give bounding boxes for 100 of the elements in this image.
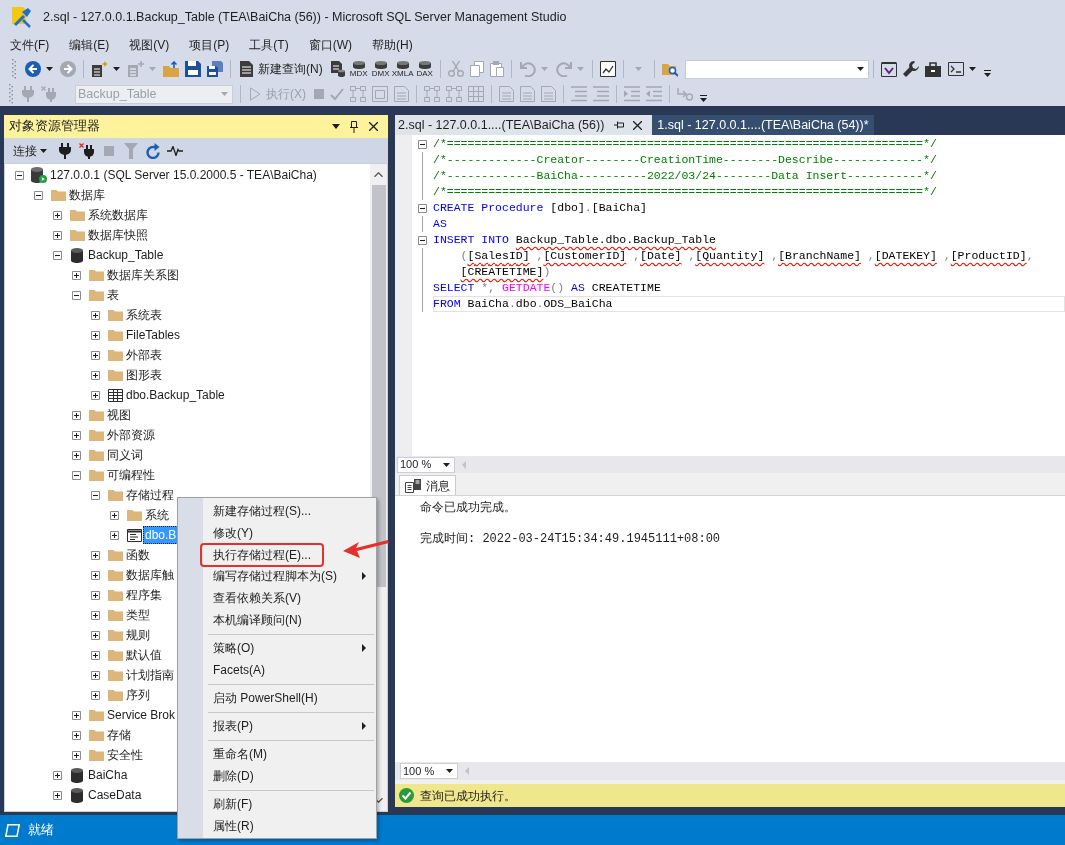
editor-tab[interactable]: 2.sql - 127.0.0.1....(TEA\BaiCha (56)) <box>395 115 653 135</box>
menu-item[interactable]: Facets(A) <box>178 659 376 681</box>
expand-icon[interactable] <box>72 730 81 740</box>
tree-item[interactable]: 存储 <box>105 726 133 744</box>
menu-bar-item[interactable]: 项目(P) <box>179 34 240 56</box>
expand-icon[interactable] <box>91 310 100 320</box>
menu-item[interactable]: 属性(R) <box>178 815 376 837</box>
menu-item[interactable]: 执行存储过程(E)... <box>200 543 324 567</box>
zoom-dropdown[interactable]: 100 % <box>400 763 458 779</box>
tree-item[interactable]: 同义词 <box>105 446 145 464</box>
collapse-icon[interactable] <box>53 250 62 260</box>
tree-item[interactable]: 函数 <box>124 546 152 564</box>
expand-icon[interactable] <box>91 610 100 620</box>
tree-item[interactable]: 数据库 <box>67 186 107 204</box>
menu-item[interactable]: 删除(D) <box>178 765 376 787</box>
pin-icon[interactable] <box>350 120 358 133</box>
menu-item[interactable]: 新建存储过程(S)... <box>178 500 376 522</box>
tree-item[interactable]: BaiCha <box>86 766 130 784</box>
tree-item[interactable]: 存储过程 <box>124 486 176 504</box>
expand-icon[interactable] <box>91 550 100 560</box>
connect-button[interactable]: 连接 <box>12 140 48 161</box>
tree-item[interactable]: 可编程性 <box>105 466 157 484</box>
tree-item[interactable]: 程序集 <box>124 586 164 604</box>
menu-bar-item[interactable]: 工具(T) <box>239 34 299 56</box>
tree-item[interactable]: 计划指南 <box>124 666 176 684</box>
expand-icon[interactable] <box>91 590 100 600</box>
expand-icon[interactable] <box>72 750 81 760</box>
menu-item[interactable]: 编写存储过程脚本为(S) <box>178 565 376 587</box>
tree-item[interactable]: 默认值 <box>124 646 164 664</box>
menu-item[interactable]: 重命名(M) <box>178 743 376 765</box>
expand-icon[interactable] <box>91 670 100 680</box>
collapse-icon[interactable] <box>91 490 100 500</box>
tree-item[interactable]: 序列 <box>124 686 152 704</box>
expand-icon[interactable] <box>91 570 100 580</box>
editor-tab[interactable]: 1.sql - 127.0.0.1....(TEA\BaiCha (54))* <box>652 115 874 135</box>
toolbar-grip[interactable] <box>9 84 13 104</box>
expand-icon[interactable] <box>110 530 119 540</box>
collapse-icon[interactable] <box>15 170 24 180</box>
expand-icon[interactable] <box>53 230 62 240</box>
tree-item[interactable]: 系统表 <box>124 306 164 324</box>
tree-item[interactable]: 外部表 <box>124 346 164 364</box>
query-button[interactable]: DMX <box>369 58 392 80</box>
tree-item[interactable]: 127.0.0.1 (SQL Server 15.0.2000.5 - TEA\BaiCha) <box>48 166 319 184</box>
expand-icon[interactable] <box>53 770 62 780</box>
query-button[interactable]: DAX <box>413 58 436 80</box>
tree-item[interactable]: FileTables <box>124 326 183 344</box>
tree-item[interactable]: 系统数据库 <box>86 206 150 224</box>
scroll-up-icon[interactable] <box>374 172 383 177</box>
tree-item[interactable]: 数据库触 <box>124 566 176 584</box>
toolbar-grip[interactable] <box>12 59 16 79</box>
scrollbar-thumb[interactable] <box>371 185 386 587</box>
search-field[interactable] <box>684 59 869 79</box>
expand-icon[interactable] <box>53 790 62 800</box>
collapse-icon[interactable] <box>72 470 81 480</box>
expand-icon[interactable] <box>110 510 119 520</box>
query-button[interactable]: XMLA <box>391 58 414 80</box>
menu-item[interactable]: 查看依赖关系(V) <box>178 587 376 609</box>
menu-bar-item[interactable]: 编辑(E) <box>59 34 120 56</box>
tree-item[interactable]: dbo.Backup_Table <box>124 386 227 404</box>
tree-item[interactable]: 数据库快照 <box>86 226 150 244</box>
menu-item[interactable]: 策略(O) <box>178 637 376 659</box>
close-icon[interactable] <box>369 122 378 131</box>
expand-icon[interactable] <box>72 710 81 720</box>
expand-icon[interactable] <box>53 210 62 220</box>
expand-icon[interactable] <box>72 450 81 460</box>
collapse-icon[interactable] <box>418 235 427 245</box>
menu-bar-item[interactable]: 窗口(W) <box>298 34 362 56</box>
expand-icon[interactable] <box>72 430 81 440</box>
collapse-icon[interactable] <box>34 190 43 200</box>
menu-item[interactable]: 报表(P) <box>178 715 376 737</box>
tree-item[interactable]: Service Brok <box>105 706 178 724</box>
new-query-button[interactable]: 新建查询(N) <box>235 58 328 80</box>
tree-item[interactable]: CaseData <box>86 786 144 804</box>
expand-icon[interactable] <box>72 410 81 420</box>
tree-item[interactable]: 视图 <box>105 406 133 424</box>
save-button[interactable] <box>182 58 204 80</box>
overflow-icon[interactable] <box>983 69 991 77</box>
expand-icon[interactable] <box>91 350 100 360</box>
collapse-icon[interactable] <box>72 290 81 300</box>
menu-item[interactable]: 修改(Y) <box>178 522 376 544</box>
caret-icon[interactable] <box>332 124 340 129</box>
menu-bar-item[interactable]: 视图(V) <box>119 34 180 56</box>
menu-item[interactable]: 刷新(F) <box>178 793 376 815</box>
open-button[interactable] <box>160 58 182 80</box>
expand-icon[interactable] <box>72 270 81 280</box>
tree-item[interactable]: 安全性 <box>105 746 145 764</box>
menu-bar-item[interactable]: 文件(F) <box>0 34 60 56</box>
tree-item[interactable]: 类型 <box>124 606 152 624</box>
tree-item[interactable]: 外部资源 <box>105 426 157 444</box>
tree-item[interactable]: 规则 <box>124 626 152 644</box>
expand-icon[interactable] <box>91 690 100 700</box>
results-tab[interactable]: 消息 <box>399 475 456 495</box>
tree-item[interactable]: 数据库关系图 <box>105 266 181 284</box>
close-icon[interactable] <box>633 120 643 130</box>
expand-icon[interactable] <box>91 370 100 380</box>
menu-bar-item[interactable]: 帮助(H) <box>362 34 423 56</box>
tree-item[interactable]: 图形表 <box>124 366 164 384</box>
tree-item[interactable]: Backup_Table <box>86 246 166 264</box>
expand-icon[interactable] <box>91 630 100 640</box>
query-button[interactable]: MDX <box>347 58 370 80</box>
